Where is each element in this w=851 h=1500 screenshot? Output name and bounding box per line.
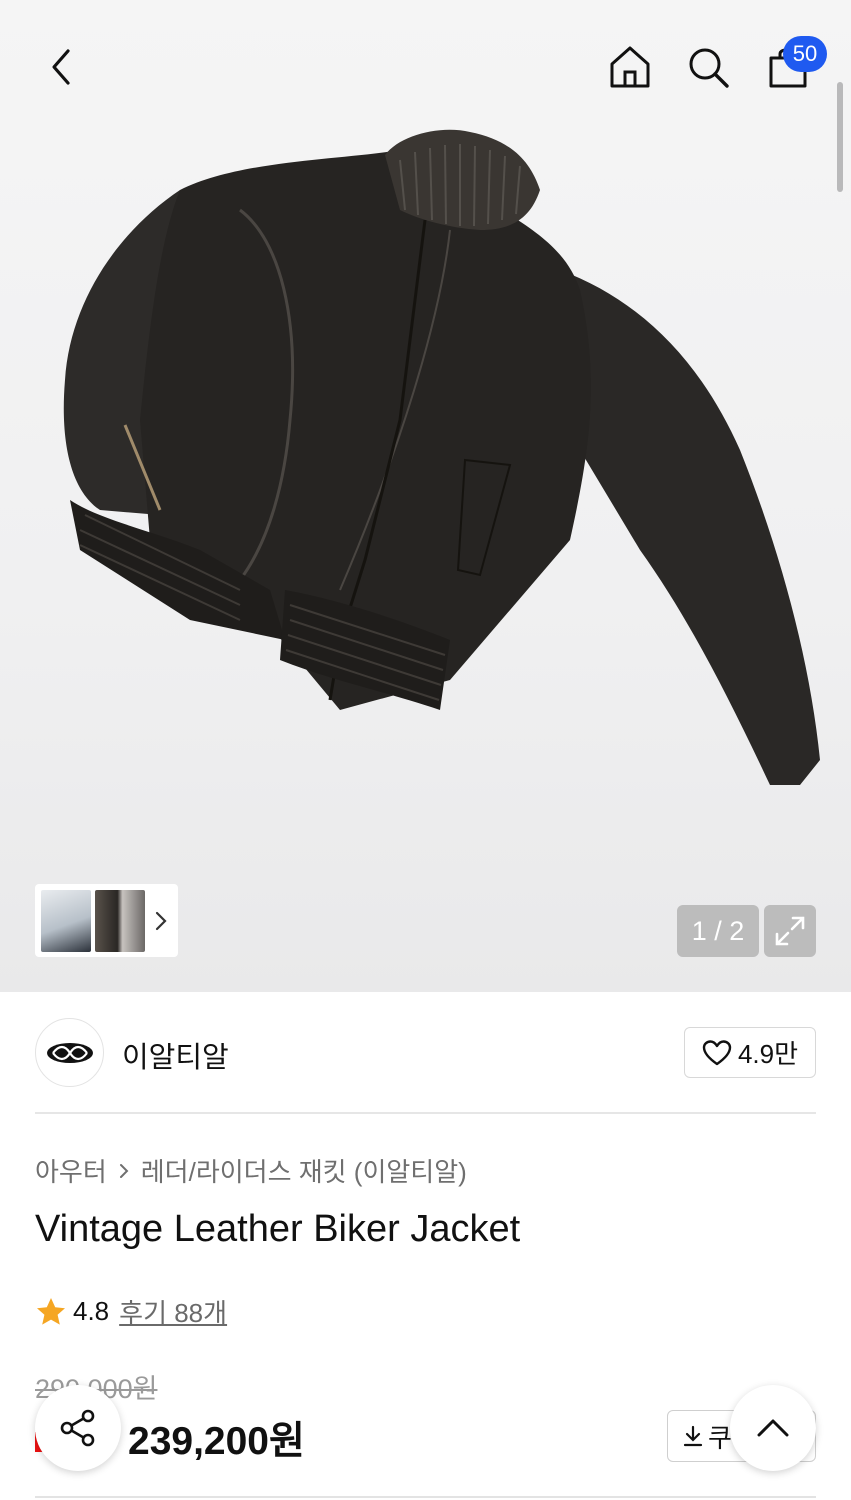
back-button[interactable]	[36, 44, 86, 90]
brand-row: 이알티알 4.9만	[35, 1018, 816, 1088]
chevron-left-icon	[52, 49, 70, 85]
product-image-gallery[interactable]: 50 1 / 2	[0, 0, 851, 992]
image-counter: 1 / 2	[677, 905, 759, 957]
product-title: Vintage Leather Biker Jacket	[35, 1208, 521, 1250]
breadcrumb-item-outer[interactable]: 아우터	[35, 1152, 107, 1189]
download-icon	[683, 1425, 703, 1447]
divider	[35, 1496, 816, 1498]
expand-button[interactable]	[764, 905, 816, 957]
breadcrumb-item-category[interactable]: 레더/라이더스 재킷 (이알티알)	[141, 1152, 467, 1189]
home-button[interactable]	[604, 42, 656, 92]
chevron-right-icon	[155, 911, 167, 930]
product-image	[63, 129, 820, 785]
reviews-link[interactable]: 후기 88개	[119, 1293, 227, 1330]
heart-icon	[702, 1039, 732, 1065]
chevron-up-icon	[757, 1419, 789, 1437]
thumbnail-next-button[interactable]	[149, 901, 173, 941]
divider	[35, 1112, 816, 1114]
share-icon	[60, 1409, 95, 1447]
expand-icon	[775, 916, 805, 946]
thumbnail-strip[interactable]	[35, 884, 178, 957]
cart-count-badge: 50	[783, 36, 827, 72]
rating-row: 4.8 후기 88개	[35, 1293, 227, 1330]
search-icon	[689, 48, 729, 88]
thumbnail-image[interactable]	[95, 889, 145, 952]
share-button[interactable]	[35, 1385, 121, 1471]
search-button[interactable]	[682, 42, 734, 92]
brand-logo[interactable]	[35, 1018, 104, 1087]
coupon-label: 쿠	[708, 1422, 732, 1453]
breadcrumb: 아우터 레더/라이더스 재킷 (이알티알)	[35, 1152, 467, 1189]
rating-value: 4.8	[73, 1296, 110, 1326]
like-count: 4.9만	[737, 1039, 799, 1069]
sale-price: 239,200원	[128, 1420, 305, 1463]
brand-name[interactable]: 이알티알	[122, 1034, 229, 1076]
home-icon	[610, 46, 650, 88]
chevron-right-icon	[119, 1163, 129, 1178]
like-button[interactable]: 4.9만	[684, 1027, 816, 1078]
scroll-to-top-button[interactable]	[730, 1385, 816, 1471]
star-icon	[37, 1297, 65, 1325]
brand-logo-icon	[46, 1042, 93, 1063]
thumbnail-image[interactable]	[41, 889, 91, 952]
scrollbar[interactable]	[837, 82, 843, 192]
